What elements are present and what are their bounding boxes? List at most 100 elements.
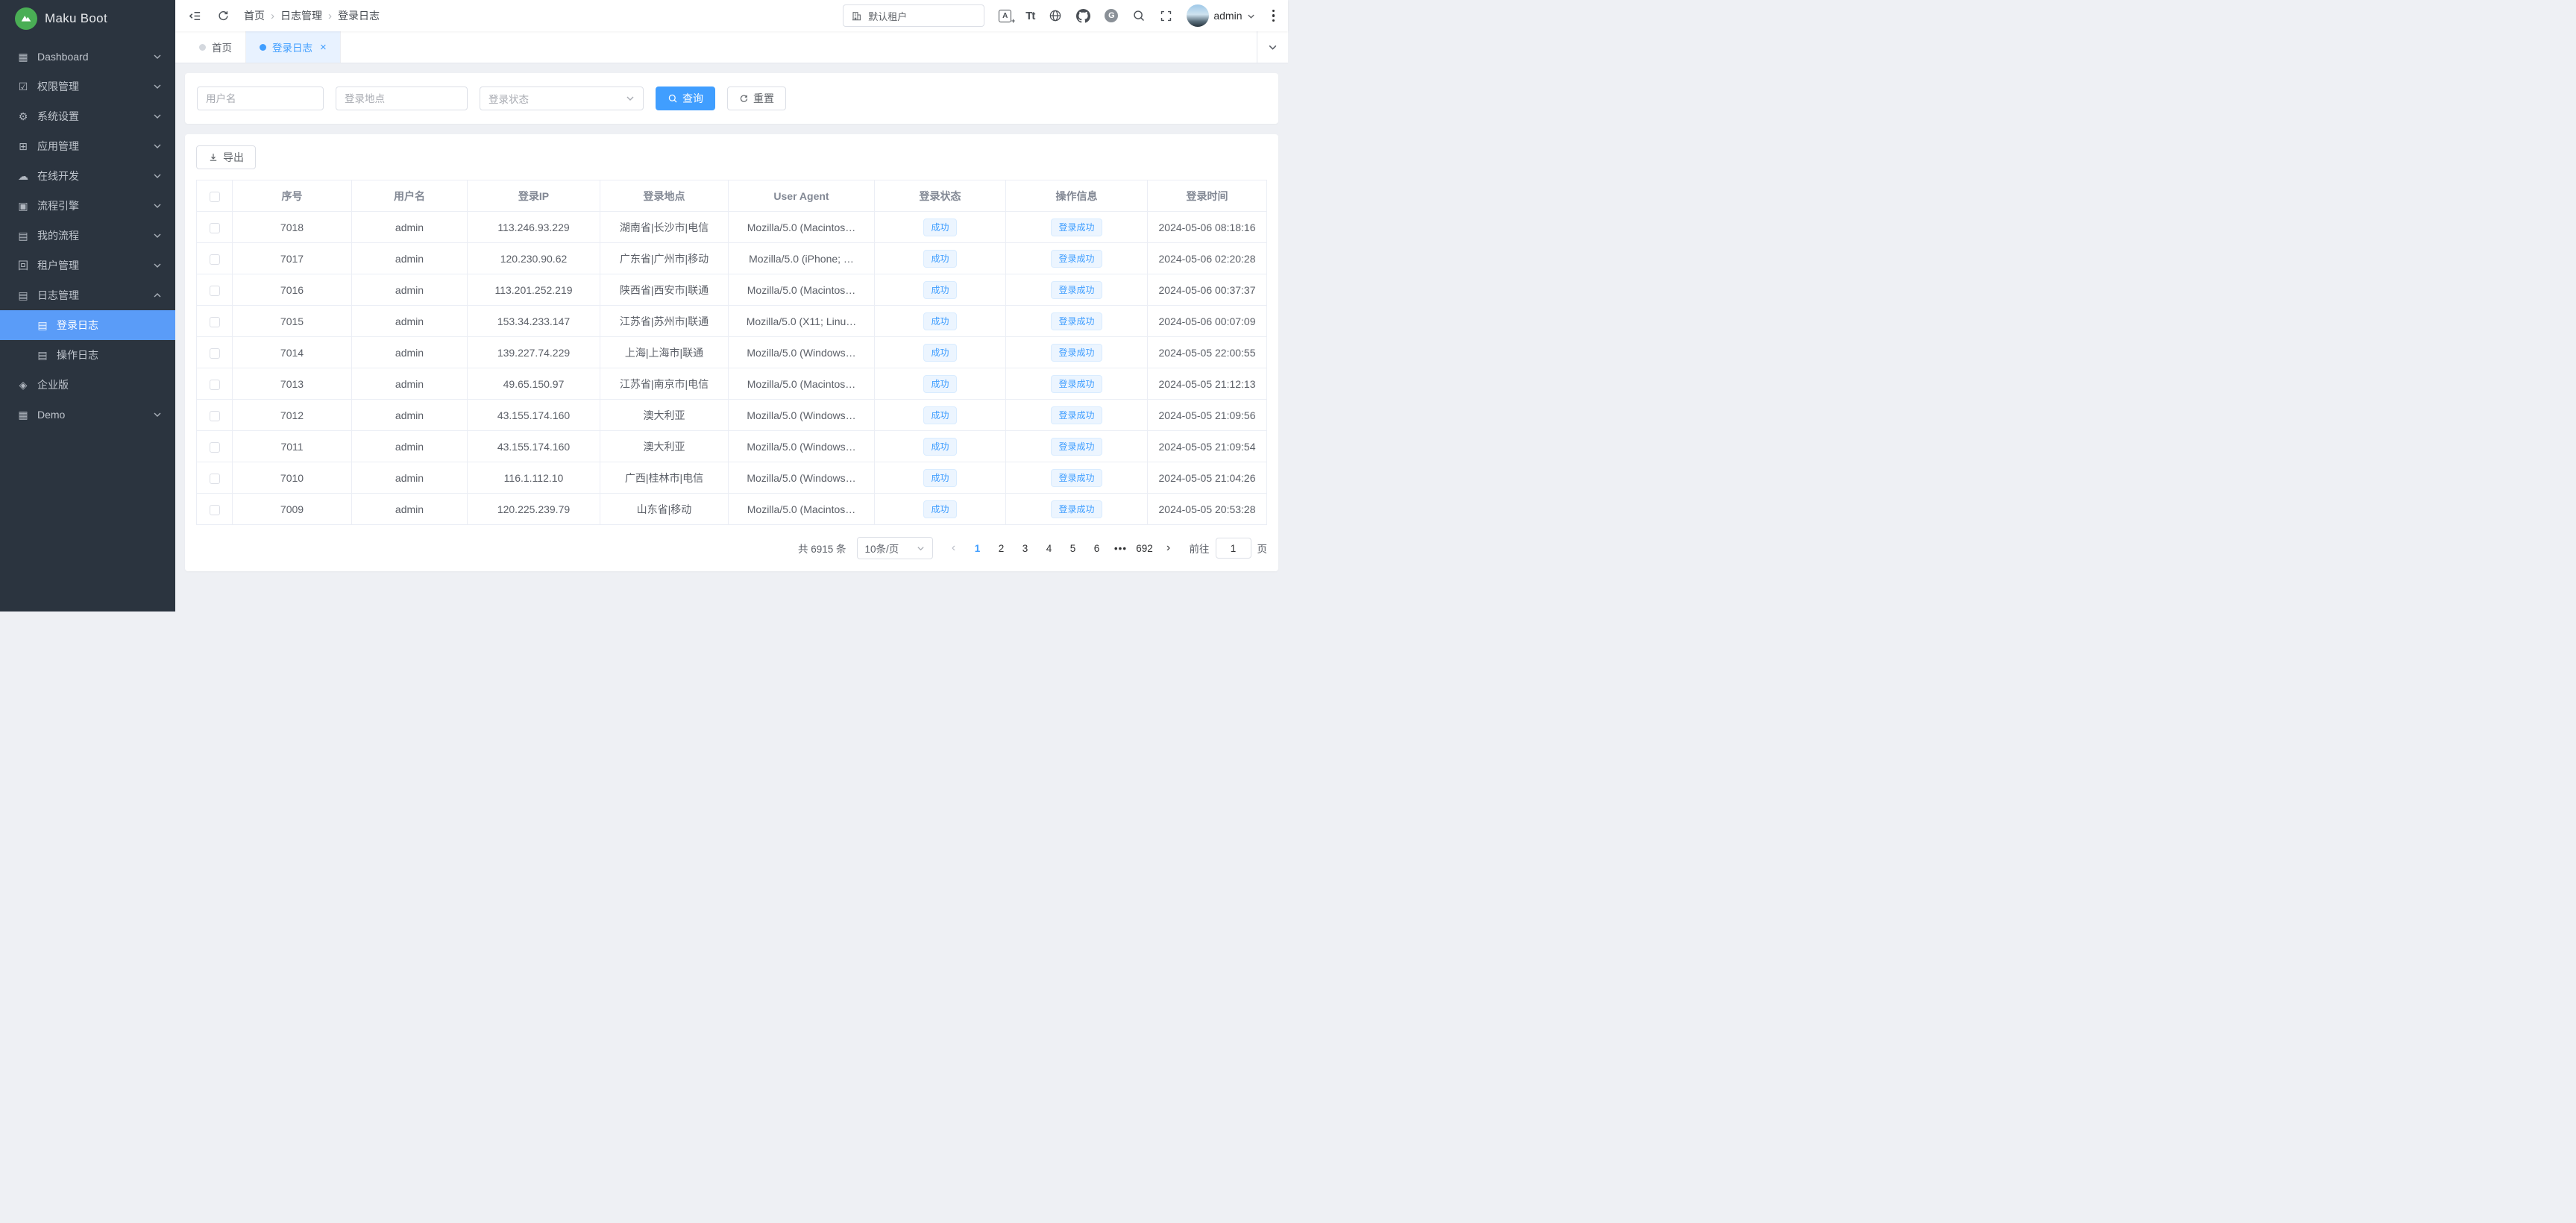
- breadcrumb-item[interactable]: 首页: [244, 8, 265, 23]
- row-checkbox[interactable]: [210, 380, 220, 390]
- cell-username: admin: [352, 400, 468, 431]
- github-icon[interactable]: [1076, 9, 1090, 23]
- user-menu[interactable]: admin: [1187, 4, 1254, 27]
- cell-login-ip: 49.65.150.97: [468, 368, 600, 400]
- prev-page-button[interactable]: ‹: [943, 537, 964, 559]
- column-header: 操作信息: [1006, 180, 1148, 212]
- cell-operation: 登录成功: [1006, 431, 1148, 462]
- sidebar-item[interactable]: ▦ Dashboard: [0, 42, 175, 72]
- query-button[interactable]: 查询: [656, 87, 715, 110]
- row-checkbox[interactable]: [210, 411, 220, 421]
- cell-id: 7014: [233, 337, 352, 368]
- table-row: 7014 admin 139.227.74.229 上海|上海市|联通 Mozi…: [197, 337, 1267, 368]
- app-title: Maku Boot: [45, 11, 107, 26]
- refresh-icon[interactable]: [216, 8, 230, 23]
- globe-icon[interactable]: [1049, 9, 1062, 22]
- sidebar-item[interactable]: ▤ 操作日志: [0, 340, 175, 370]
- page-number-button[interactable]: 5: [1063, 537, 1084, 559]
- cell-operation: 登录成功: [1006, 274, 1148, 306]
- cell-login-location: 湖南省|长沙市|电信: [600, 212, 729, 243]
- sidebar-item[interactable]: ▤ 我的流程: [0, 221, 175, 251]
- tab[interactable]: 登录日志 ×: [246, 31, 341, 63]
- page-size-select[interactable]: 10条/页: [857, 537, 933, 559]
- reset-button[interactable]: 重置: [727, 87, 786, 110]
- sidebar-item-icon: ▣: [16, 200, 30, 213]
- cell-login-status: 成功: [875, 243, 1006, 274]
- login-location-input[interactable]: [336, 87, 468, 110]
- sidebar-item[interactable]: ☑ 权限管理: [0, 72, 175, 101]
- export-button[interactable]: 导出: [196, 145, 256, 169]
- avatar[interactable]: [1187, 4, 1209, 27]
- cell-id: 7012: [233, 400, 352, 431]
- page-number-button[interactable]: 692: [1134, 537, 1155, 559]
- row-checkbox[interactable]: [210, 286, 220, 296]
- app-logo: Maku Boot: [0, 0, 175, 37]
- sidebar-item[interactable]: ☁ 在线开发: [0, 161, 175, 191]
- breadcrumb: 首页 日志管理 登录日志: [244, 8, 380, 23]
- page-number-button[interactable]: •••: [1110, 537, 1131, 559]
- caret-down-icon: [1247, 12, 1255, 20]
- search-icon[interactable]: [1132, 9, 1146, 22]
- row-checkbox[interactable]: [210, 223, 220, 233]
- cell-operation: 登录成功: [1006, 494, 1148, 525]
- gitee-icon[interactable]: G: [1105, 9, 1118, 22]
- row-checkbox[interactable]: [210, 317, 220, 327]
- sidebar-fold-icon[interactable]: [187, 8, 202, 23]
- tabs-dropdown-icon[interactable]: [1257, 31, 1288, 63]
- chevron-down-icon: [153, 52, 162, 61]
- operation-badge: 登录成功: [1051, 469, 1102, 487]
- row-checkbox[interactable]: [210, 474, 220, 484]
- goto-page-input[interactable]: [1216, 538, 1251, 559]
- sidebar-item-label: 日志管理: [37, 288, 145, 303]
- tab[interactable]: 首页 ×: [186, 31, 246, 63]
- tenant-select[interactable]: 默认租户: [843, 4, 984, 27]
- sidebar-item[interactable]: ▤ 登录日志: [0, 310, 175, 340]
- sidebar: Maku Boot ▦ Dashboard ☑ 权限管理 ⚙ 系统设置 ⊞: [0, 0, 175, 612]
- goto-page: 前往 页: [1190, 538, 1268, 559]
- sidebar-item[interactable]: ⚙ 系统设置: [0, 101, 175, 131]
- page-number-button[interactable]: 4: [1039, 537, 1060, 559]
- select-all-checkbox[interactable]: [210, 192, 220, 202]
- row-select-cell: [197, 400, 233, 431]
- sidebar-item[interactable]: ▦ Demo: [0, 400, 175, 430]
- sidebar-item[interactable]: ◈ 企业版: [0, 370, 175, 400]
- cell-id: 7015: [233, 306, 352, 337]
- page-number-button[interactable]: 3: [1015, 537, 1036, 559]
- sidebar-item[interactable]: ▤ 日志管理: [0, 280, 175, 310]
- cell-login-time: 2024-05-05 21:09:54: [1148, 431, 1267, 462]
- font-size-icon[interactable]: Tt: [1025, 10, 1034, 22]
- sidebar-item-icon: ▤: [36, 349, 49, 362]
- row-checkbox[interactable]: [210, 254, 220, 265]
- table-row: 7012 admin 43.155.174.160 澳大利亚 Mozilla/5…: [197, 400, 1267, 431]
- next-page-button[interactable]: ›: [1158, 537, 1179, 559]
- table-row: 7011 admin 43.155.174.160 澳大利亚 Mozilla/5…: [197, 431, 1267, 462]
- cell-login-status: 成功: [875, 274, 1006, 306]
- page-number-button[interactable]: 6: [1087, 537, 1108, 559]
- cell-user-agent: Mozilla/5.0 (Macintos…: [729, 274, 875, 306]
- translate-icon[interactable]: A: [999, 10, 1011, 22]
- page-number-button[interactable]: 2: [991, 537, 1012, 559]
- sidebar-item-icon: ☑: [16, 81, 30, 93]
- page-number-button[interactable]: 1: [967, 537, 988, 559]
- chevron-down-icon: [153, 261, 162, 270]
- sidebar-item[interactable]: ▣ 流程引擎: [0, 191, 175, 221]
- sidebar-item[interactable]: 回 租户管理: [0, 251, 175, 280]
- breadcrumb-item[interactable]: 登录日志: [328, 8, 380, 23]
- row-checkbox[interactable]: [210, 442, 220, 453]
- cell-user-agent: Mozilla/5.0 (Macintos…: [729, 368, 875, 400]
- row-checkbox[interactable]: [210, 505, 220, 515]
- chevron-down-icon: [626, 94, 635, 103]
- status-badge: 成功: [923, 438, 956, 456]
- more-menu-icon[interactable]: [1269, 7, 1278, 25]
- breadcrumb-item[interactable]: 日志管理: [271, 8, 322, 23]
- sidebar-item[interactable]: ⊞ 应用管理: [0, 131, 175, 161]
- row-checkbox[interactable]: [210, 348, 220, 359]
- username-input[interactable]: [197, 87, 324, 110]
- cell-id: 7013: [233, 368, 352, 400]
- cell-operation: 登录成功: [1006, 462, 1148, 494]
- cell-login-ip: 153.34.233.147: [468, 306, 600, 337]
- fullscreen-icon[interactable]: [1160, 10, 1172, 22]
- login-status-select[interactable]: 登录状态: [480, 87, 644, 110]
- cell-username: admin: [352, 243, 468, 274]
- tab-close-icon[interactable]: ×: [320, 42, 327, 53]
